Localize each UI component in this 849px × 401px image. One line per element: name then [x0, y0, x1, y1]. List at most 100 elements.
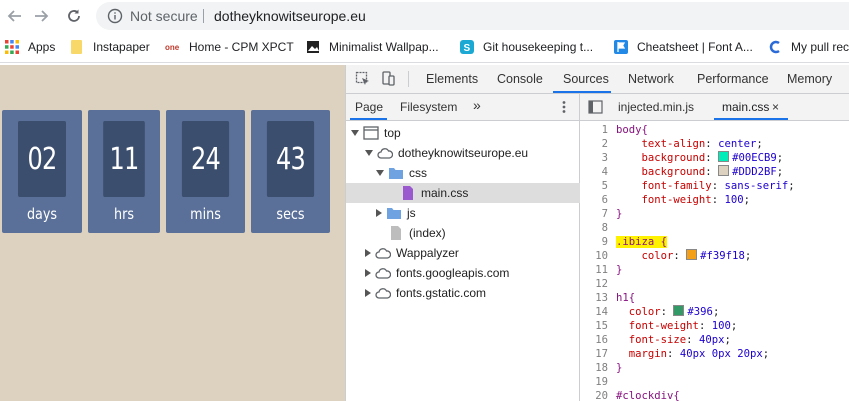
code-area[interactable]: 1 body{ 2 text-align: center; 3 backgroun…	[580, 121, 849, 401]
code-token: font-size: 40px;	[628, 334, 731, 346]
toggle-navigator-icon[interactable]	[588, 100, 604, 114]
tab-elements[interactable]: Elements	[426, 72, 478, 86]
bookmark-cheatsheet[interactable]: Cheatsheet | Font A...	[613, 39, 753, 55]
tab-performance[interactable]: Performance	[697, 72, 769, 86]
code-token: #00ECB9	[732, 152, 777, 164]
tree-item-top[interactable]: top	[346, 123, 584, 143]
tab-filesystem[interactable]: Filesystem	[400, 100, 457, 114]
image-icon	[307, 41, 319, 53]
more-options-icon[interactable]	[558, 100, 570, 114]
c-logo-icon	[769, 40, 780, 54]
code-line: 6 font-weight: 100;	[580, 193, 849, 207]
tree-item-googleapis[interactable]: fonts.googleapis.com	[346, 263, 598, 283]
bookmark-apps[interactable]: Apps	[4, 39, 55, 55]
color-swatch[interactable]	[718, 151, 730, 162]
code-line: 7}	[580, 207, 849, 221]
tab-sources[interactable]: Sources	[563, 72, 609, 86]
code-line: 11}	[580, 263, 849, 277]
code-line: 20 #clockdiv{	[580, 389, 849, 401]
code-token: }	[616, 208, 623, 220]
bookmark-instapaper[interactable]: Instapaper	[69, 39, 150, 55]
code-token: text-align	[641, 138, 706, 150]
countdown-hours: 11 hrs	[88, 110, 160, 233]
bookmark-minimalist[interactable]: Minimalist Wallpap...	[305, 39, 439, 55]
code-token: font-family	[641, 180, 712, 192]
code-editor: injected.min.js main.css × 1 body{ 2 text…	[580, 94, 849, 401]
bookmark-home-cpm[interactable]: one Home - CPM XPCT	[165, 39, 294, 55]
tree-item-gstatic[interactable]: fonts.gstatic.com	[346, 283, 598, 303]
code-token: 100	[711, 320, 731, 332]
line-number: 8	[601, 222, 608, 234]
color-swatch[interactable]	[686, 249, 698, 260]
code-token: h1{	[616, 291, 635, 305]
back-button[interactable]	[4, 5, 26, 27]
code-token: center	[718, 138, 757, 150]
code-token: body{	[616, 124, 648, 136]
tree-label: dotheyknowitseurope.eu	[398, 146, 529, 160]
code-token: font-weight	[641, 194, 712, 206]
tree-item-index[interactable]: (index)	[346, 223, 617, 243]
color-swatch[interactable]	[718, 165, 730, 176]
code-token: font-weight	[628, 320, 699, 332]
countdown-value: 43	[266, 121, 315, 197]
close-tab-icon[interactable]: ×	[772, 100, 779, 114]
color-swatch[interactable]	[673, 305, 685, 316]
apps-grid-icon	[5, 40, 19, 54]
expand-triangle-icon	[351, 130, 359, 136]
code-token: sans-serif	[724, 180, 789, 192]
collapse-triangle-icon	[365, 289, 371, 297]
code-token: color	[641, 250, 674, 262]
code-token: }	[616, 264, 623, 276]
omnibox[interactable]: Not secure dotheyknowitseurope.eu	[96, 2, 849, 30]
more-tabs-chevron-icon[interactable]: »	[473, 97, 481, 113]
line-number: 17	[595, 348, 608, 360]
bookmark-git[interactable]: S Git housekeeping t...	[459, 39, 593, 55]
line-number: 5	[601, 180, 608, 192]
editor-tab-injected[interactable]: injected.min.js	[618, 100, 694, 114]
reload-button[interactable]	[63, 5, 85, 27]
svg-text:one: one	[165, 43, 180, 52]
bookmark-pull-requests[interactable]: My pull rec	[767, 39, 849, 55]
tree-item-js-folder[interactable]: js	[346, 203, 609, 223]
code-token: color: #f39f18;	[641, 249, 752, 262]
line-number: 16	[595, 334, 608, 346]
code-token: body{	[616, 123, 648, 137]
line-number: 13	[595, 292, 608, 304]
navigator-tabbar: Page Filesystem »	[346, 94, 579, 121]
active-tab-indicator	[553, 91, 611, 93]
url-text[interactable]: dotheyknowitseurope.eu	[214, 8, 366, 24]
code-token: font-size	[628, 334, 687, 346]
tree-item-wappalyzer[interactable]: Wappalyzer	[346, 243, 598, 263]
code-token: }	[616, 362, 623, 374]
tree-item-domain[interactable]: dotheyknowitseurope.eu	[346, 143, 598, 163]
collapse-triangle-icon	[365, 269, 371, 277]
tab-memory[interactable]: Memory	[787, 72, 832, 86]
line-number: 14	[595, 306, 608, 318]
cloud-icon	[375, 248, 391, 259]
inspect-element-icon[interactable]	[355, 71, 371, 87]
tree-item-css-folder[interactable]: css	[346, 163, 609, 183]
tab-console[interactable]: Console	[497, 72, 543, 86]
line-number: 11	[595, 264, 608, 276]
code-token: background	[641, 166, 706, 178]
expand-triangle-icon	[376, 170, 384, 176]
editor-tab-main-css[interactable]: main.css	[722, 100, 769, 114]
code-line: 14 color: #396;	[580, 305, 849, 319]
tab-network[interactable]: Network	[628, 72, 674, 86]
code-line: 8	[580, 221, 849, 235]
cloud-icon	[375, 288, 391, 299]
code-line: 1 body{	[580, 123, 849, 137]
device-toolbar-icon[interactable]	[380, 71, 396, 87]
code-token: background	[641, 152, 706, 164]
address-bar: Not secure dotheyknowitseurope.eu	[0, 0, 849, 32]
line-number: 3	[601, 152, 608, 164]
line-number: 9	[601, 236, 608, 248]
tab-page[interactable]: Page	[355, 100, 383, 114]
code-token: #396	[687, 306, 713, 318]
line-number: 2	[601, 138, 608, 150]
back-arrow-icon	[7, 10, 21, 22]
s-logo-icon: S	[460, 40, 474, 54]
forward-button[interactable]	[30, 5, 52, 27]
info-icon[interactable]	[107, 8, 123, 24]
bookmark-label: Cheatsheet | Font A...	[637, 40, 753, 54]
